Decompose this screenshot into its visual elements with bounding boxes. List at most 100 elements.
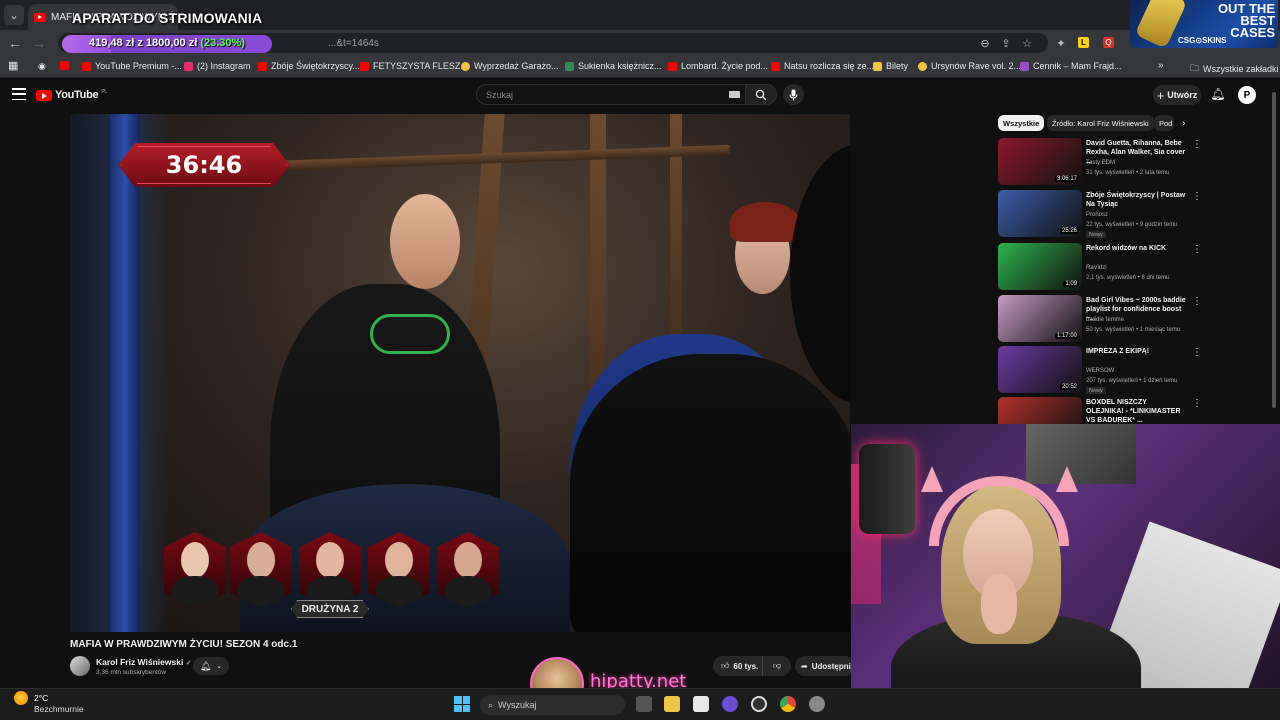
recommended-video[interactable]: BOXDEL NISZCZY OLEJNIKA! - *LINKIMASTER … <box>998 397 1268 424</box>
share-button[interactable]: ➦ Udostępnij <box>795 656 855 676</box>
weather-sun-icon[interactable] <box>14 691 28 705</box>
bell-icon: 🔔︎ <box>199 660 212 671</box>
bookmark-youtube-icon[interactable] <box>60 61 69 70</box>
app-icon[interactable] <box>722 696 738 712</box>
more-options-icon[interactable]: ⋮ <box>1192 296 1202 307</box>
recommended-meta: 2,1 tys. wyświetleń • 8 dni temu <box>1086 275 1170 281</box>
extension-icon[interactable]: ✦ <box>1054 36 1068 50</box>
menu-icon[interactable] <box>12 88 26 100</box>
share-icon: ➦ <box>801 661 808 671</box>
team-member-portrait <box>437 532 499 608</box>
file-explorer-icon[interactable] <box>664 696 680 712</box>
forward-icon[interactable]: → <box>30 34 48 52</box>
task-view-icon[interactable] <box>636 696 652 712</box>
bookmark-item[interactable]: Cennik – Mam Frajd... <box>1020 61 1122 71</box>
account-avatar[interactable]: P <box>1238 86 1256 104</box>
bookmark-item[interactable]: Ursynów Rave vol. 2... <box>918 61 1021 71</box>
back-icon[interactable]: ← <box>6 34 24 52</box>
recommended-meta: 50 tys. wyświetleń • 1 miesiąc temu <box>1086 327 1181 333</box>
chrome-icon[interactable] <box>780 696 796 712</box>
tab-search-button[interactable]: ⌄ <box>4 5 24 25</box>
recommended-video[interactable]: 1:17:00 Bad Girl Vibes ~ 2000s baddie pla… <box>998 295 1268 343</box>
channel-avatar[interactable] <box>70 656 90 676</box>
create-button[interactable]: + Utwórz <box>1153 85 1201 105</box>
subscribed-notification-button[interactable]: 🔔︎ ⌄ <box>193 657 229 675</box>
obs-icon[interactable] <box>751 696 767 712</box>
chevron-right-icon[interactable]: › <box>1182 118 1185 129</box>
taskbar-search[interactable]: ⌕ Wyszukaj <box>480 695 625 715</box>
create-label: Utwórz <box>1167 90 1198 100</box>
recommended-channel[interactable]: Pronosz <box>1086 212 1108 218</box>
extension-l-icon[interactable]: L <box>1078 37 1089 48</box>
keyboard-icon[interactable] <box>729 91 740 98</box>
search-button[interactable] <box>745 84 777 105</box>
recommended-video[interactable]: 3:06:17 David Guetta, Rihanna, Bebe Rexha… <box>998 138 1268 186</box>
bookmark-item[interactable]: Sukienka księżnicz... <box>565 61 662 71</box>
cat-ear-headset-icon <box>929 476 1069 546</box>
more-options-icon[interactable]: ⋮ <box>1192 347 1202 358</box>
recommended-video[interactable]: 20:52 IMPREZA Z EKIPĄ! WERSOW 207 tys. wyśw… <box>998 346 1268 394</box>
scene-person <box>570 354 850 632</box>
bookmark-favicon-icon <box>82 61 91 71</box>
search-input[interactable]: Szukaj <box>476 84 746 105</box>
recommended-video-title[interactable]: Rekord widzów na KICK <box>1086 244 1186 253</box>
bookmark-item[interactable]: Wyprzedaż Garażo... <box>461 61 558 71</box>
recommended-channel[interactable]: RaVidzi <box>1086 265 1107 271</box>
recommended-channel[interactable]: baddie femme <box>1086 317 1124 323</box>
extension-red-icon[interactable]: Q <box>1103 37 1114 48</box>
dislike-button[interactable]: 👎︎ <box>763 661 791 671</box>
recommended-video-title[interactable]: BOXDEL NISZCZY OLEJNIKA! - *LINKIMASTER … <box>1086 398 1186 424</box>
new-badge: Nowy <box>1086 231 1106 238</box>
notifications-bell-icon[interactable]: 🔔︎ <box>1210 87 1225 101</box>
youtube-logo[interactable]: YouTube PL <box>36 89 107 101</box>
video-thumbnail[interactable]: 1:09 <box>998 243 1082 290</box>
bookmark-item[interactable]: YouTube Premium -... <box>82 61 182 71</box>
channel-name[interactable]: Karol Friz Wiśniewski ✓ <box>96 657 192 667</box>
bookmark-item[interactable]: FETYSZYSTA FLESZ... <box>360 61 468 71</box>
video-thumbnail[interactable] <box>998 397 1082 424</box>
more-options-icon[interactable]: ⋮ <box>1192 398 1202 409</box>
video-thumbnail[interactable]: 20:52 <box>998 346 1082 393</box>
install-icon[interactable]: ⇪ <box>999 36 1013 50</box>
all-bookmarks[interactable]: 🗀 Wszystkie zakładki <box>1190 61 1279 77</box>
chip-all[interactable]: Wszystkie <box>998 115 1045 131</box>
chip-source-channel[interactable]: Źródło: Karol Friz Wiśniewski <box>1047 115 1154 131</box>
weather-temperature[interactable]: 2°C <box>34 693 48 703</box>
video-thumbnail[interactable]: 1:17:00 <box>998 295 1082 342</box>
bookmark-item[interactable]: (2) Instagram <box>184 61 251 71</box>
bookmark-item[interactable]: Lombard. Życie pod... <box>668 61 768 71</box>
more-bookmarks-icon[interactable]: » <box>1158 60 1164 71</box>
more-options-icon[interactable]: ⋮ <box>1192 191 1202 202</box>
team-member-portrait <box>164 532 226 608</box>
voice-search-button[interactable] <box>783 84 804 105</box>
like-button[interactable]: 👍︎ 60 tys. <box>713 656 763 676</box>
more-options-icon[interactable]: ⋮ <box>1192 139 1202 150</box>
video-thumbnail[interactable]: 25:26 <box>998 190 1082 237</box>
bookmark-star-icon[interactable]: ☆ <box>1020 36 1034 50</box>
sponsor-ad: OUT THE BEST CASES CSG⊙SKINS <box>1130 0 1278 48</box>
weather-description[interactable]: Bezchmurnie <box>34 704 84 714</box>
recommended-video-title[interactable]: Zbóje Świętokrzyscy | Postaw Na Tysiąc <box>1086 191 1186 209</box>
apps-grid-icon[interactable]: ▦ <box>8 59 18 72</box>
recommended-channel[interactable]: Tasty EDM <box>1086 160 1115 166</box>
bookmark-item[interactable]: Zbóje Świętokrzyscy... <box>258 61 360 71</box>
sidebar-scrollbar[interactable] <box>1272 92 1276 408</box>
bookmark-item[interactable]: Bilety <box>873 61 908 71</box>
recommended-video[interactable]: 1:09 Rekord widzów na KICK RaVidzi 2,1 tys.… <box>998 243 1268 291</box>
team-member-portrait <box>299 532 361 608</box>
video-thumbnail[interactable]: 3:06:17 <box>998 138 1082 185</box>
windows-start-icon[interactable] <box>454 696 470 712</box>
channel-name-text: Karol Friz Wiśniewski <box>96 657 184 667</box>
zoom-icon[interactable]: ⊖ <box>978 36 992 50</box>
video-duration: 20:52 <box>1059 384 1079 390</box>
recommended-video-title[interactable]: IMPREZA Z EKIPĄ! <box>1086 347 1186 356</box>
recommended-video[interactable]: 25:26 Zbóje Świętokrzyscy | Postaw Na Tys… <box>998 190 1268 238</box>
chip-related[interactable]: Pod <box>1154 115 1174 131</box>
more-options-icon[interactable]: ⋮ <box>1192 244 1202 255</box>
bookmark-globe-icon[interactable]: ◉ <box>38 61 46 72</box>
recommended-channel[interactable]: WERSOW <box>1086 368 1114 374</box>
store-icon[interactable] <box>693 696 709 712</box>
instagram-icon <box>184 61 193 71</box>
settings-gear-icon[interactable] <box>809 696 825 712</box>
bookmark-item[interactable]: Natsu rozlicza się ze... <box>771 61 874 71</box>
